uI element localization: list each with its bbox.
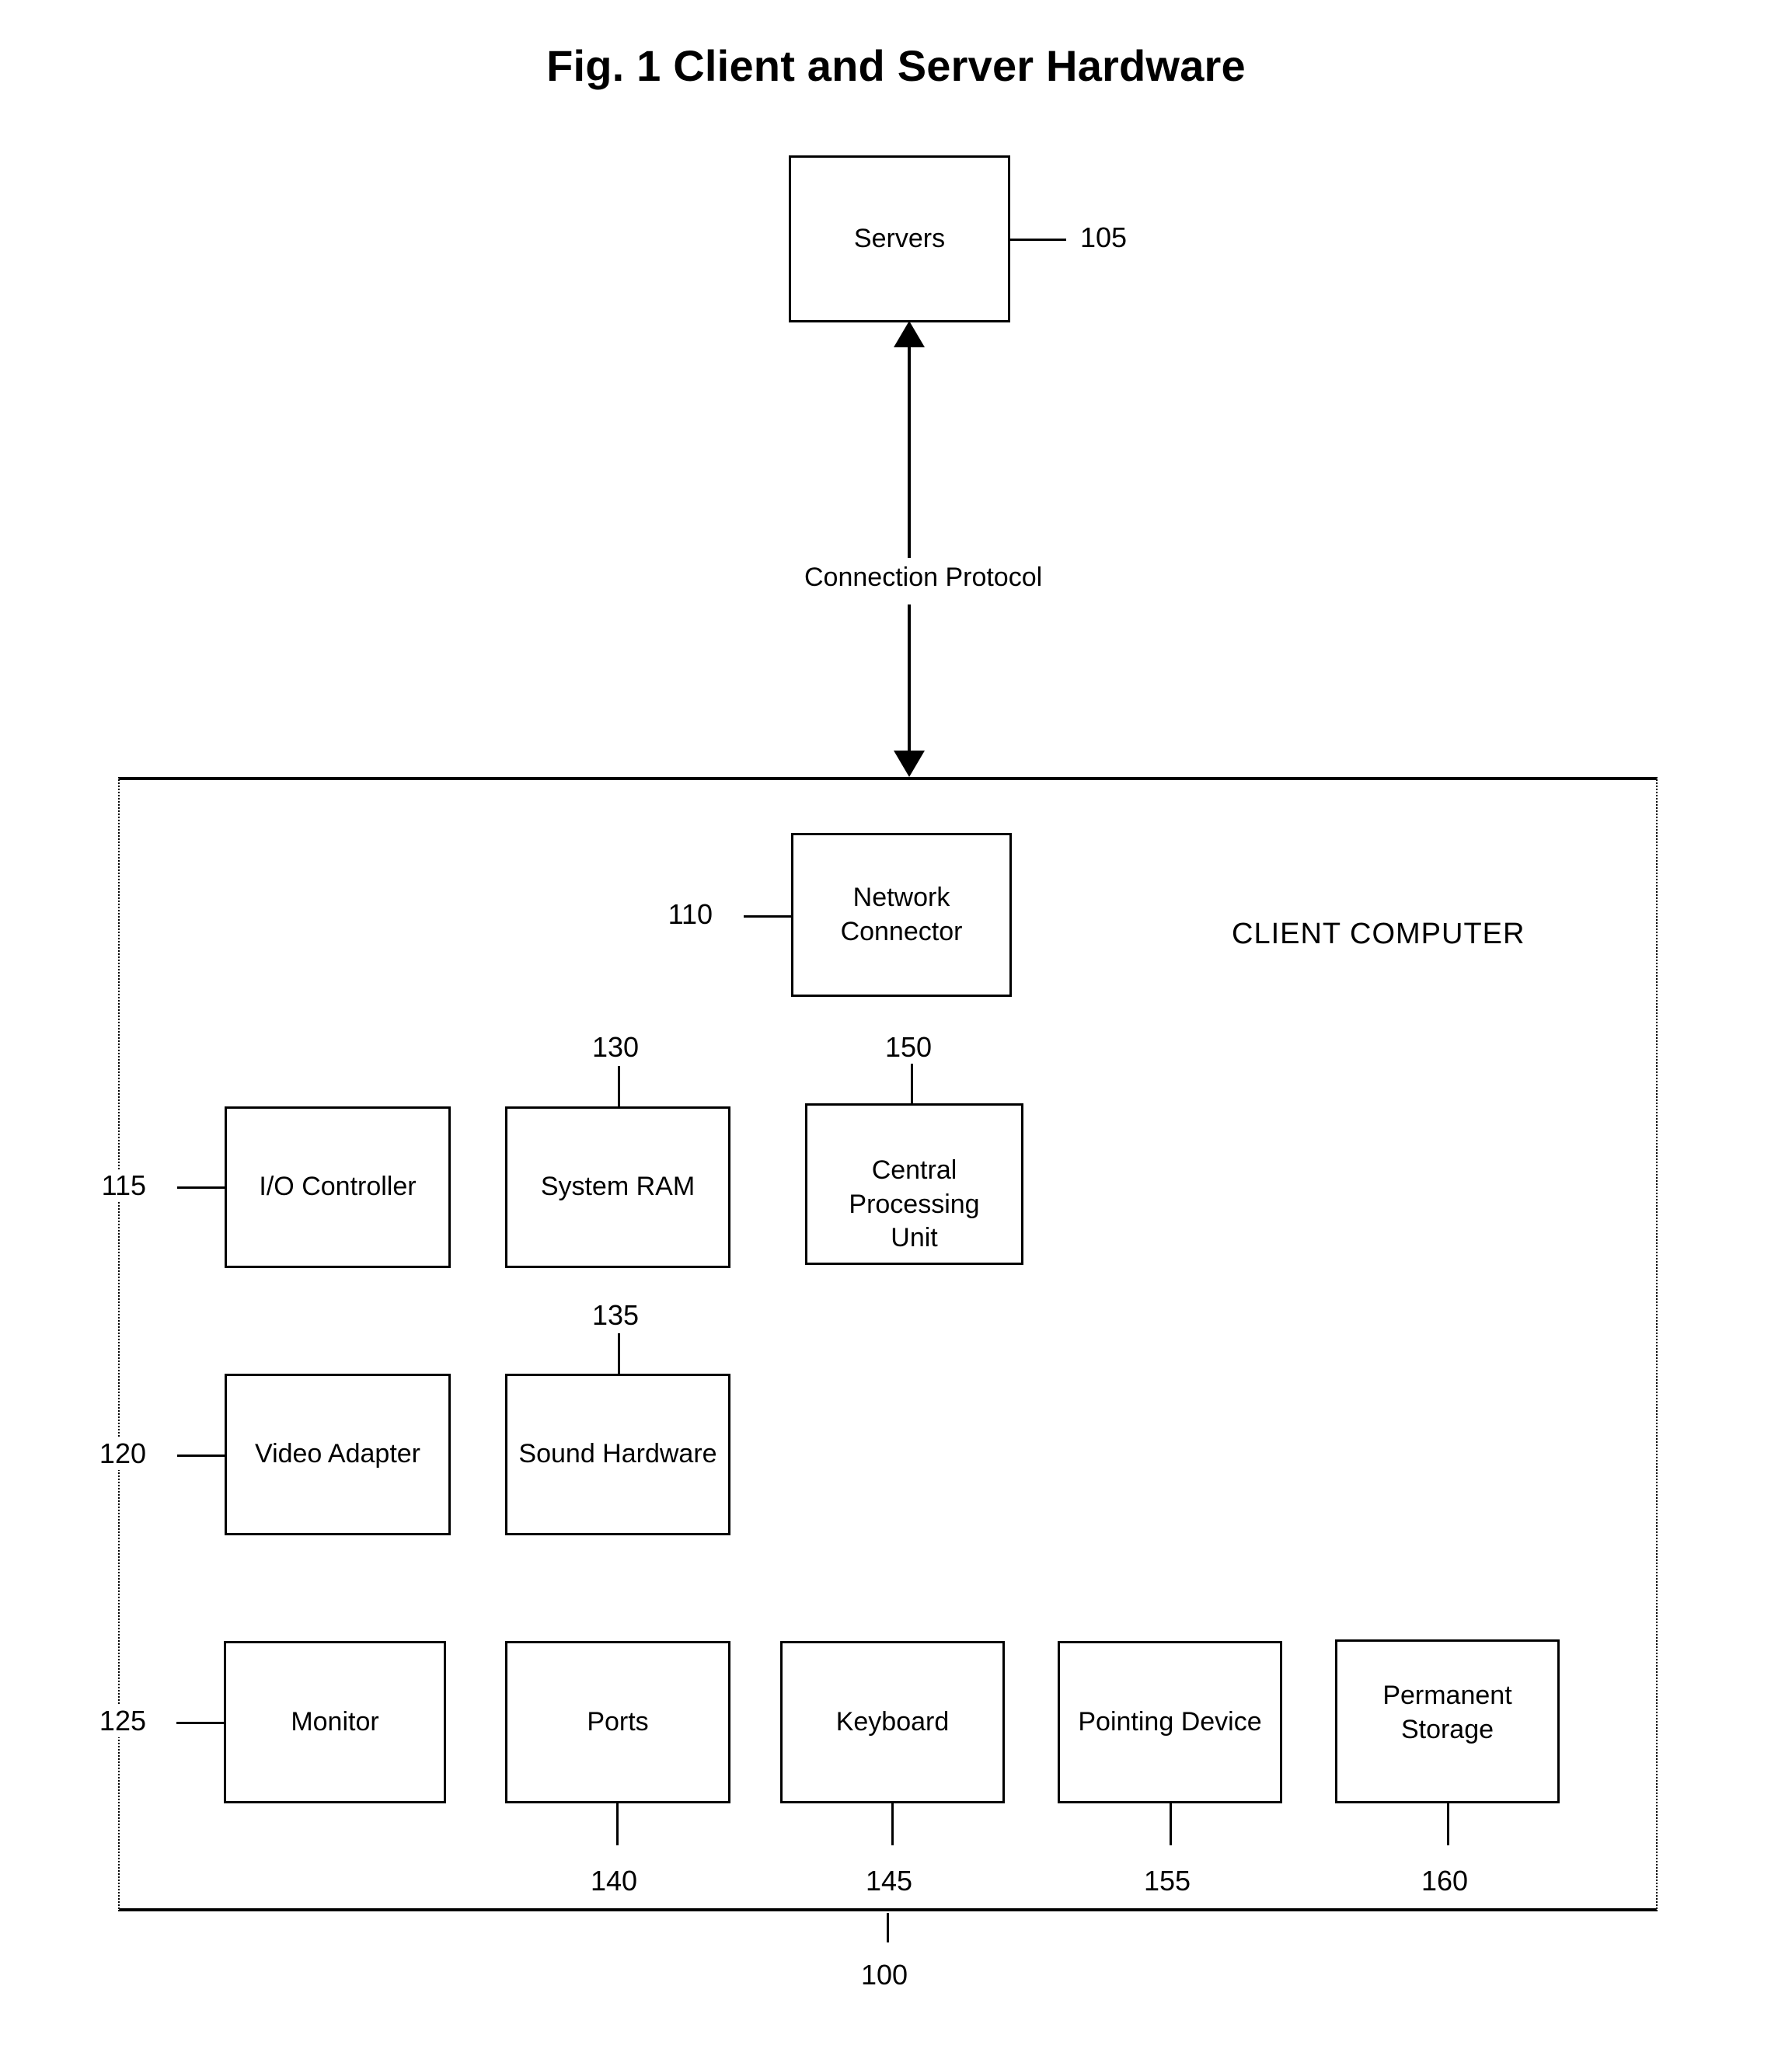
ref-numeral-110: 110 bbox=[668, 898, 713, 931]
pointing-device-leader-line bbox=[1170, 1803, 1172, 1845]
pointing-device-box[interactable]: Pointing Device bbox=[1058, 1641, 1282, 1803]
sound-hardware-leader-line bbox=[618, 1333, 620, 1374]
network-connector-label-line1: Network bbox=[852, 882, 950, 912]
figure-canvas: Fig. 1 Client and Server Hardware Server… bbox=[0, 0, 1792, 2052]
ref-numeral-160: 160 bbox=[1421, 1865, 1469, 1897]
connection-arrow-line-lower bbox=[908, 604, 911, 751]
permanent-storage-label: Permanent Storage bbox=[1337, 1642, 1557, 1747]
network-connector-label-line2: Connector bbox=[840, 916, 963, 946]
keyboard-leader-line bbox=[891, 1803, 894, 1845]
cpu-leader-line bbox=[911, 1063, 913, 1103]
permanent-storage-label-line2: Storage bbox=[1400, 1714, 1494, 1744]
connection-arrow-head-up bbox=[894, 321, 925, 347]
ref-numeral-135: 135 bbox=[592, 1299, 640, 1332]
ref-numeral-155: 155 bbox=[1144, 1865, 1191, 1897]
cpu-box[interactable]: Central Processing Unit bbox=[805, 1103, 1023, 1265]
ref-numeral-125: 125 bbox=[99, 1705, 146, 1737]
video-adapter-box[interactable]: Video Adapter bbox=[225, 1374, 451, 1535]
sound-hardware-label: Sound Hardware bbox=[518, 1439, 717, 1469]
ref-numeral-115: 115 bbox=[101, 1169, 146, 1202]
system-ram-leader-line bbox=[618, 1066, 620, 1106]
connection-arrow-line-upper bbox=[908, 346, 911, 558]
keyboard-box[interactable]: Keyboard bbox=[780, 1641, 1005, 1803]
figure-title: Fig. 1 Client and Server Hardware bbox=[546, 41, 1246, 90]
network-connector-label: Network Connector bbox=[793, 881, 1009, 949]
ref-numeral-120: 120 bbox=[99, 1437, 146, 1470]
permanent-storage-box[interactable]: Permanent Storage bbox=[1335, 1639, 1560, 1803]
monitor-box[interactable]: Monitor bbox=[224, 1641, 446, 1803]
video-adapter-leader-line bbox=[177, 1455, 225, 1457]
video-adapter-label: Video Adapter bbox=[255, 1439, 420, 1469]
io-controller-label: I/O Controller bbox=[259, 1172, 417, 1202]
monitor-leader-line bbox=[176, 1722, 224, 1724]
monitor-label: Monitor bbox=[291, 1706, 379, 1737]
ref-numeral-140: 140 bbox=[591, 1865, 638, 1897]
system-ram-box[interactable]: System RAM bbox=[505, 1106, 730, 1268]
connection-arrow-head-down bbox=[894, 751, 925, 777]
permanent-storage-leader-line bbox=[1447, 1803, 1449, 1845]
container-leader-line bbox=[887, 1913, 889, 1942]
network-connector-leader-line bbox=[744, 915, 791, 918]
cpu-label-line2: Unit bbox=[891, 1223, 938, 1253]
system-ram-label: System RAM bbox=[540, 1172, 696, 1202]
ports-leader-line bbox=[616, 1803, 619, 1845]
ports-box[interactable]: Ports bbox=[505, 1641, 730, 1803]
connection-protocol-caption: Connection Protocol bbox=[793, 558, 1054, 597]
ref-numeral-100: 100 bbox=[861, 1959, 908, 1991]
io-controller-box[interactable]: I/O Controller bbox=[225, 1106, 451, 1268]
permanent-storage-label-line1: Permanent bbox=[1382, 1681, 1512, 1710]
ref-numeral-150: 150 bbox=[885, 1031, 933, 1064]
network-connector-box[interactable]: Network Connector bbox=[791, 833, 1012, 997]
client-computer-caption: CLIENT COMPUTER bbox=[1232, 918, 1525, 950]
io-controller-leader-line bbox=[177, 1186, 225, 1189]
ports-label: Ports bbox=[587, 1706, 649, 1737]
ref-numeral-145: 145 bbox=[866, 1865, 913, 1897]
cpu-label: Central Processing Unit bbox=[807, 1106, 1021, 1256]
servers-box[interactable]: Servers bbox=[789, 155, 1010, 322]
cpu-label-line1: Central Processing bbox=[849, 1155, 980, 1219]
servers-label: Servers bbox=[853, 223, 946, 253]
ref-numeral-105: 105 bbox=[1080, 221, 1128, 254]
ref-numeral-130: 130 bbox=[592, 1031, 640, 1064]
keyboard-label: Keyboard bbox=[835, 1706, 950, 1737]
servers-leader-line bbox=[1010, 239, 1066, 241]
sound-hardware-box[interactable]: Sound Hardware bbox=[505, 1374, 730, 1535]
pointing-device-label: Pointing Device bbox=[1078, 1706, 1262, 1737]
